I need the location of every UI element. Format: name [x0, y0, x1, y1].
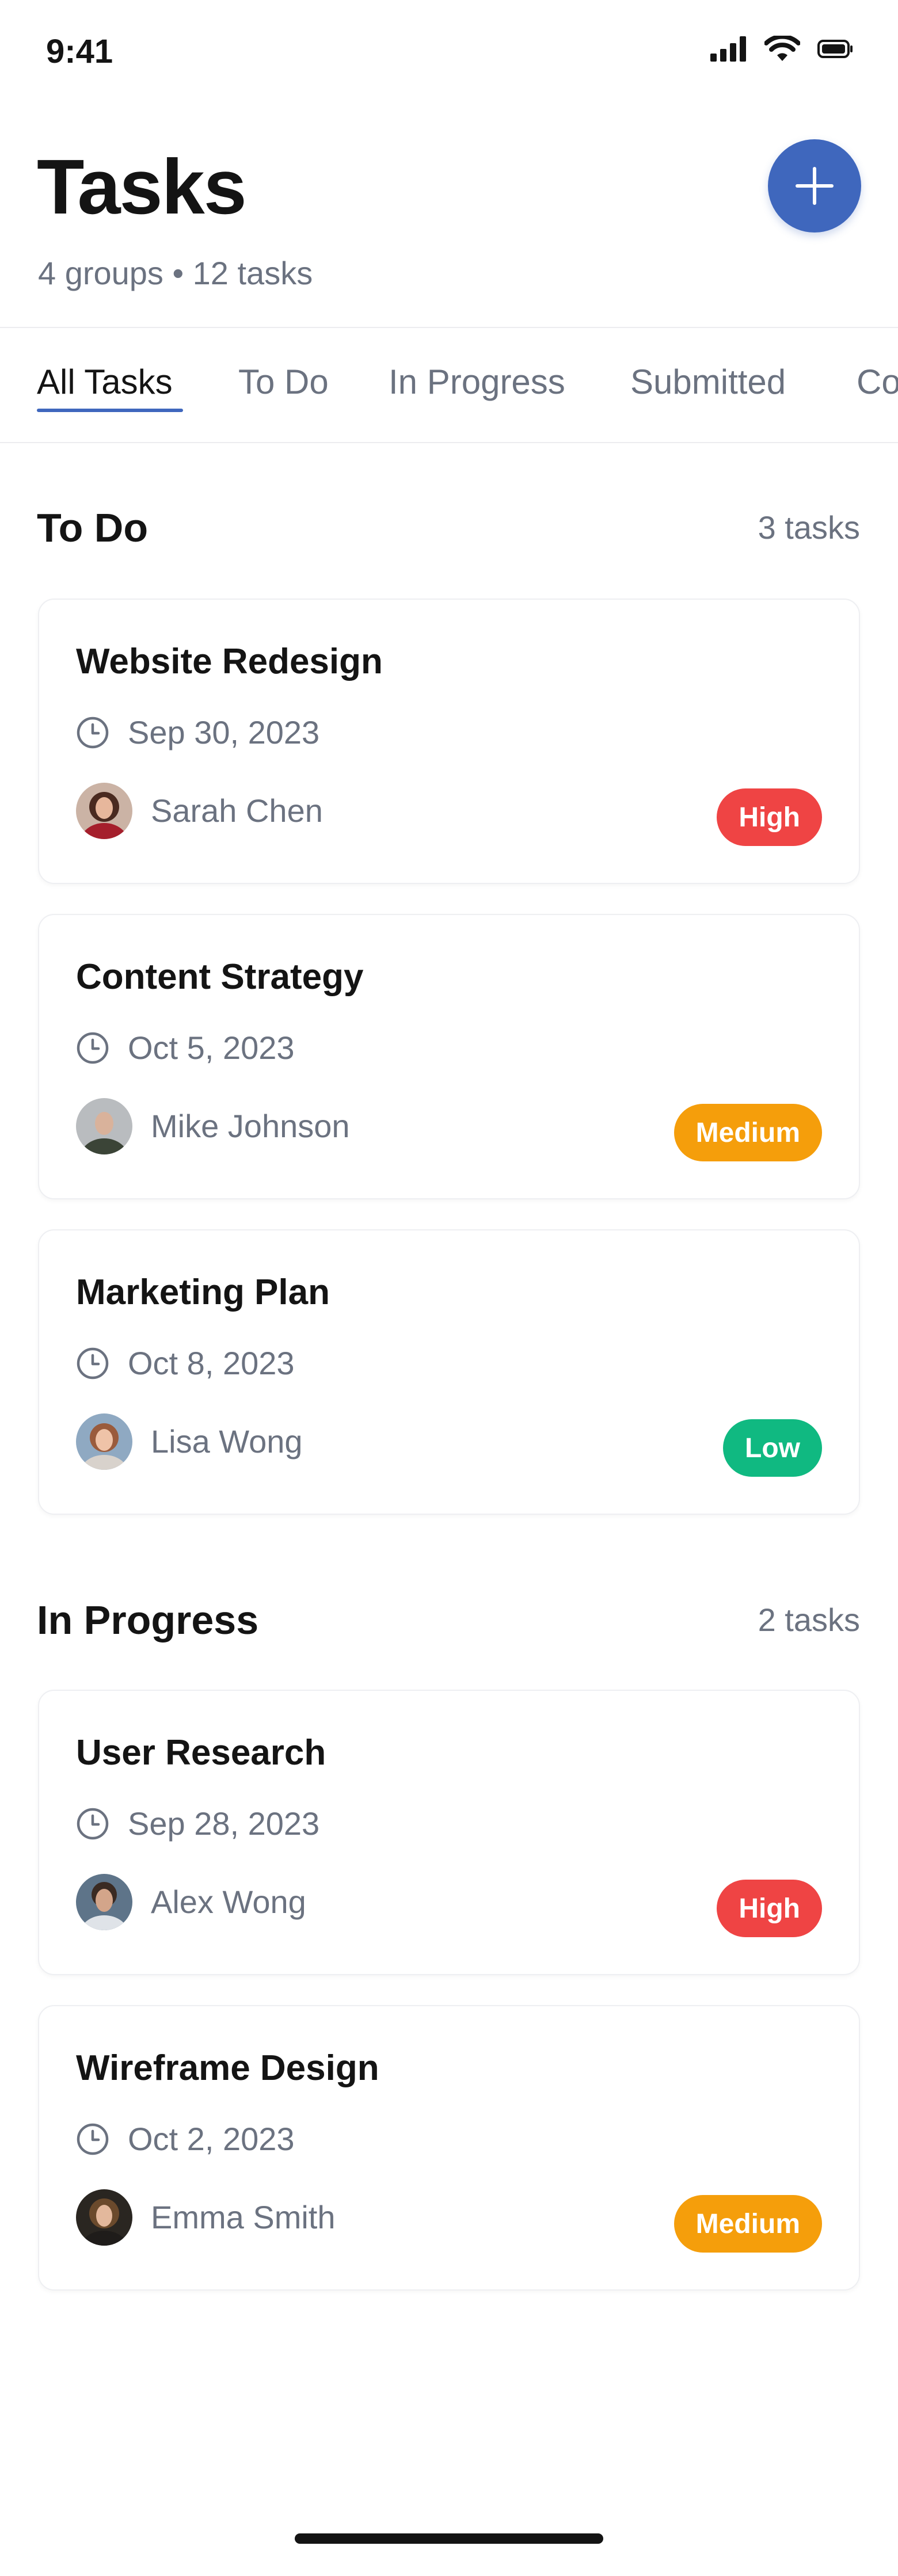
tab-to-do[interactable]: To Do [238, 359, 329, 405]
avatar [76, 783, 132, 839]
priority-badge: Medium [674, 2195, 822, 2253]
task-assignee-row: Alex Wong [76, 1874, 306, 1930]
battery-icon [817, 40, 853, 58]
task-assignee-row: Mike Johnson [76, 1098, 350, 1154]
avatar [76, 1098, 132, 1154]
priority-badge: Low [723, 1419, 822, 1477]
task-title: Wireframe Design [76, 2048, 379, 2088]
task-assignee-row: Emma Smith [76, 2189, 336, 2246]
task-title: Marketing Plan [76, 1272, 330, 1312]
task-date-row: Oct 8, 2023 [76, 1343, 295, 1384]
task-due-date: Sep 30, 2023 [128, 714, 320, 750]
tab-bar: All Tasks To Do In Progress Submitted Co [0, 327, 898, 443]
task-date-row: Sep 28, 2023 [76, 1804, 319, 1844]
section-count-in-progress: 2 tasks [758, 1602, 860, 1638]
task-card[interactable]: Wireframe Design Oct 2, 2023 Emma Smith … [38, 2005, 860, 2291]
task-card[interactable]: Marketing Plan Oct 8, 2023 Lisa Wong Low [38, 1229, 860, 1515]
status-icons [710, 36, 853, 62]
avatar [76, 1413, 132, 1470]
assignee-name: Mike Johnson [151, 1108, 350, 1144]
status-bar: 9:41 [0, 0, 898, 104]
task-date-row: Oct 5, 2023 [76, 1028, 295, 1068]
avatar [76, 1874, 132, 1930]
tab-all-tasks[interactable]: All Tasks [37, 359, 173, 405]
tab-in-progress[interactable]: In Progress [389, 359, 565, 405]
clock-icon [77, 1808, 109, 1840]
task-due-date: Oct 5, 2023 [128, 1030, 295, 1066]
page-title: Tasks [37, 143, 247, 230]
task-due-date: Sep 28, 2023 [128, 1805, 320, 1842]
priority-badge: Medium [674, 1104, 822, 1161]
avatar [76, 2189, 132, 2246]
status-time: 9:41 [46, 33, 113, 70]
task-date-row: Oct 2, 2023 [76, 2119, 295, 2159]
section-title-to-do: To Do [37, 505, 149, 550]
priority-badge: High [717, 788, 822, 846]
tab-completed[interactable]: Co [857, 359, 898, 405]
clock-icon [77, 717, 109, 749]
assignee-name: Alex Wong [151, 1884, 306, 1920]
task-date-row: Sep 30, 2023 [76, 712, 319, 753]
assignee-name: Lisa Wong [151, 1423, 303, 1460]
assignee-name: Emma Smith [151, 2199, 336, 2235]
wifi-icon [764, 36, 800, 61]
task-title: Website Redesign [76, 642, 383, 681]
signal-icon [710, 36, 746, 62]
task-due-date: Oct 2, 2023 [128, 2121, 295, 2157]
task-assignee-row: Sarah Chen [76, 783, 323, 839]
section-title-in-progress: In Progress [37, 1598, 259, 1643]
task-card[interactable]: Content Strategy Oct 5, 2023 Mike Johnso… [38, 914, 860, 1199]
home-indicator[interactable] [295, 2533, 603, 2544]
task-title: Content Strategy [76, 957, 364, 997]
add-task-button[interactable] [768, 139, 861, 233]
clock-icon [77, 2123, 109, 2155]
tab-submitted[interactable]: Submitted [630, 359, 786, 405]
assignee-name: Sarah Chen [151, 792, 323, 829]
active-tab-indicator [37, 409, 183, 412]
clock-icon [77, 1032, 109, 1064]
task-due-date: Oct 8, 2023 [128, 1345, 295, 1381]
task-title: User Research [76, 1733, 326, 1773]
clock-icon [77, 1347, 109, 1380]
page-subtitle: 4 groups • 12 tasks [38, 255, 313, 291]
task-assignee-row: Lisa Wong [76, 1413, 303, 1470]
section-count-to-do: 3 tasks [758, 509, 860, 546]
priority-badge: High [717, 1880, 822, 1937]
plus-icon [796, 167, 834, 205]
task-card[interactable]: Website Redesign Sep 30, 2023 Sarah Chen… [38, 599, 860, 884]
task-card[interactable]: User Research Sep 28, 2023 Alex Wong Hig… [38, 1690, 860, 1975]
